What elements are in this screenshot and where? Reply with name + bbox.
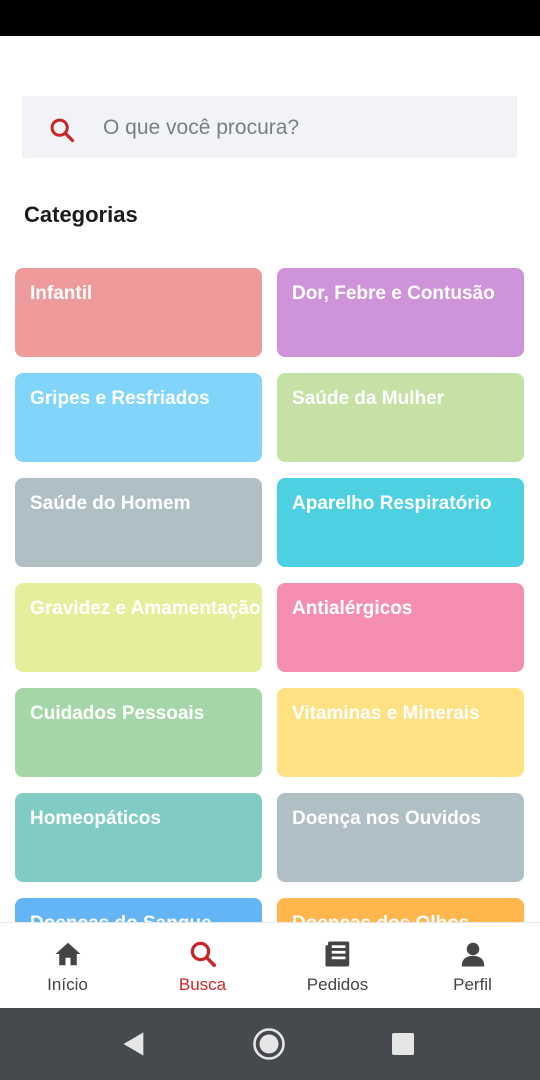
category-label: Dor, Febre e Contusão xyxy=(292,283,495,304)
category-label: Antialérgicos xyxy=(292,598,413,619)
back-icon[interactable] xyxy=(120,1030,148,1058)
category-card[interactable]: Doenças dos Olhos xyxy=(277,898,524,922)
category-card[interactable]: Gripes e Resfriados xyxy=(15,373,262,462)
status-bar xyxy=(0,0,540,36)
nav-busca[interactable]: Busca xyxy=(135,923,270,1009)
section-title: Categorias xyxy=(24,202,138,227)
category-card[interactable]: Cuidados Pessoais xyxy=(15,688,262,777)
profile-icon xyxy=(461,942,485,967)
nav-inicio[interactable]: Início xyxy=(0,923,135,1009)
category-label: Saúde do Homem xyxy=(30,493,191,514)
category-label: Cuidados Pessoais xyxy=(30,703,205,724)
category-label: Vitaminas e Minerais xyxy=(292,703,480,724)
nav-pedidos-label: Pedidos xyxy=(306,975,369,994)
categories-grid[interactable]: Infantil Dor, Febre e Contusão Gripes e Re… xyxy=(0,256,540,922)
category-label: Gripes e Resfriados xyxy=(30,388,210,409)
recents-icon[interactable] xyxy=(391,1032,415,1056)
nav-perfil-label: Perfil xyxy=(453,975,492,994)
category-card[interactable]: Gravidez e Amamentação xyxy=(15,583,262,672)
category-card[interactable]: Infantil xyxy=(15,268,262,357)
category-label: Homeopáticos xyxy=(30,808,161,829)
category-card[interactable]: Saúde do Homem xyxy=(15,478,262,567)
nav-pedidos[interactable]: Pedidos xyxy=(270,923,405,1009)
category-card[interactable]: Doença nos Ouvidos xyxy=(277,793,524,882)
category-label: Aparelho Respiratório xyxy=(292,493,492,514)
home-icon xyxy=(55,942,81,966)
category-label: Doenças do Sangue xyxy=(30,913,212,922)
category-card[interactable]: Antialérgicos xyxy=(277,583,524,672)
bottom-nav: Início Busca Pedidos Perfil xyxy=(0,922,540,1008)
category-card[interactable]: Doenças do Sangue xyxy=(15,898,262,922)
nav-busca-label: Busca xyxy=(178,975,227,994)
nav-perfil[interactable]: Perfil xyxy=(405,923,540,1009)
category-label: Infantil xyxy=(30,283,93,304)
category-card[interactable]: Saúde da Mulher xyxy=(277,373,524,462)
orders-icon xyxy=(325,941,350,967)
category-label: Doenças dos Olhos xyxy=(292,913,469,922)
category-label: Doença nos Ouvidos xyxy=(292,808,481,829)
nav-inicio-label: Início xyxy=(47,975,88,994)
search-icon xyxy=(190,941,216,967)
search-icon xyxy=(50,118,75,143)
category-card[interactable]: Dor, Febre e Contusão xyxy=(277,268,524,357)
search-input[interactable] xyxy=(103,112,503,144)
category-label: Saúde da Mulher xyxy=(292,388,445,409)
category-label: Gravidez e Amamentação xyxy=(30,598,261,619)
category-card[interactable]: Homeopáticos xyxy=(15,793,262,882)
category-card[interactable]: Aparelho Respiratório xyxy=(277,478,524,567)
home-circle-icon[interactable] xyxy=(252,1027,286,1061)
system-nav-bar xyxy=(0,1008,540,1080)
category-card[interactable]: Vitaminas e Minerais xyxy=(277,688,524,777)
